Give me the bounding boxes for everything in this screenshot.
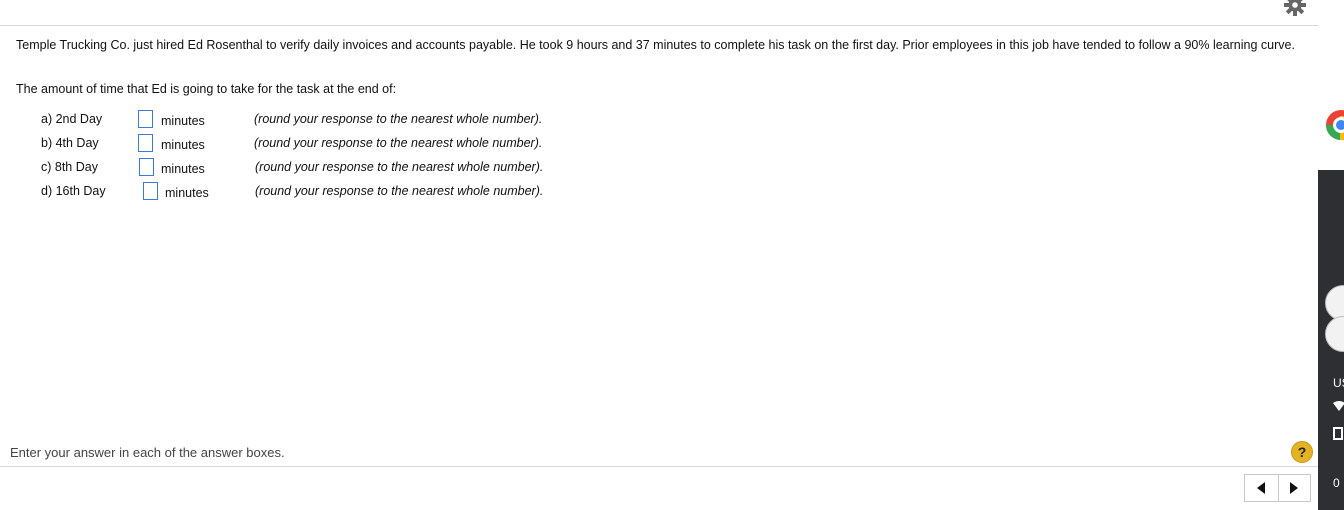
unit-label: minutes (161, 114, 205, 128)
question-icon[interactable]: ? (1291, 441, 1313, 463)
chrome-icon[interactable] (1326, 110, 1344, 140)
unit-label: minutes (165, 186, 209, 200)
unit-label: minutes (161, 138, 205, 152)
top-divider (0, 25, 1318, 26)
side-panel-number: 0 (1333, 476, 1340, 490)
row-label: b) 4th Day (41, 136, 99, 150)
answer-input-4th-day[interactable] (138, 134, 153, 152)
rounding-hint: (round your response to the nearest whol… (255, 160, 544, 174)
side-panel-top (1318, 0, 1344, 170)
rounding-hint: (round your response to the nearest whol… (254, 136, 543, 150)
question-nav (1244, 474, 1311, 502)
triangle-right-icon (1290, 482, 1298, 494)
answer-instruction: Enter your answer in each of the answer … (10, 445, 285, 460)
bottom-divider (0, 466, 1318, 467)
previous-button[interactable] (1245, 475, 1279, 501)
row-label: c) 8th Day (41, 160, 98, 174)
gear-icon[interactable] (1284, 0, 1306, 16)
question-text: Temple Trucking Co. just hired Ed Rosent… (16, 38, 1295, 52)
rounding-hint: (round your response to the nearest whol… (255, 184, 544, 198)
unit-label: minutes (161, 162, 205, 176)
row-label: a) 2nd Day (41, 112, 103, 126)
wifi-icon (1333, 400, 1344, 414)
row-label: d) 16th Day (41, 184, 106, 198)
next-button[interactable] (1278, 475, 1311, 501)
battery-icon (1333, 426, 1343, 443)
answer-input-2nd-day[interactable] (138, 110, 153, 128)
triangle-left-icon (1257, 482, 1265, 494)
question-prompt: The amount of time that Ed is going to t… (16, 82, 397, 96)
side-panel-label: US (1333, 376, 1344, 390)
rounding-hint: (round your response to the nearest whol… (254, 112, 543, 126)
answer-input-16th-day[interactable] (143, 182, 158, 200)
question-panel: Temple Trucking Co. just hired Ed Rosent… (0, 0, 1318, 510)
answer-input-8th-day[interactable] (139, 158, 154, 176)
